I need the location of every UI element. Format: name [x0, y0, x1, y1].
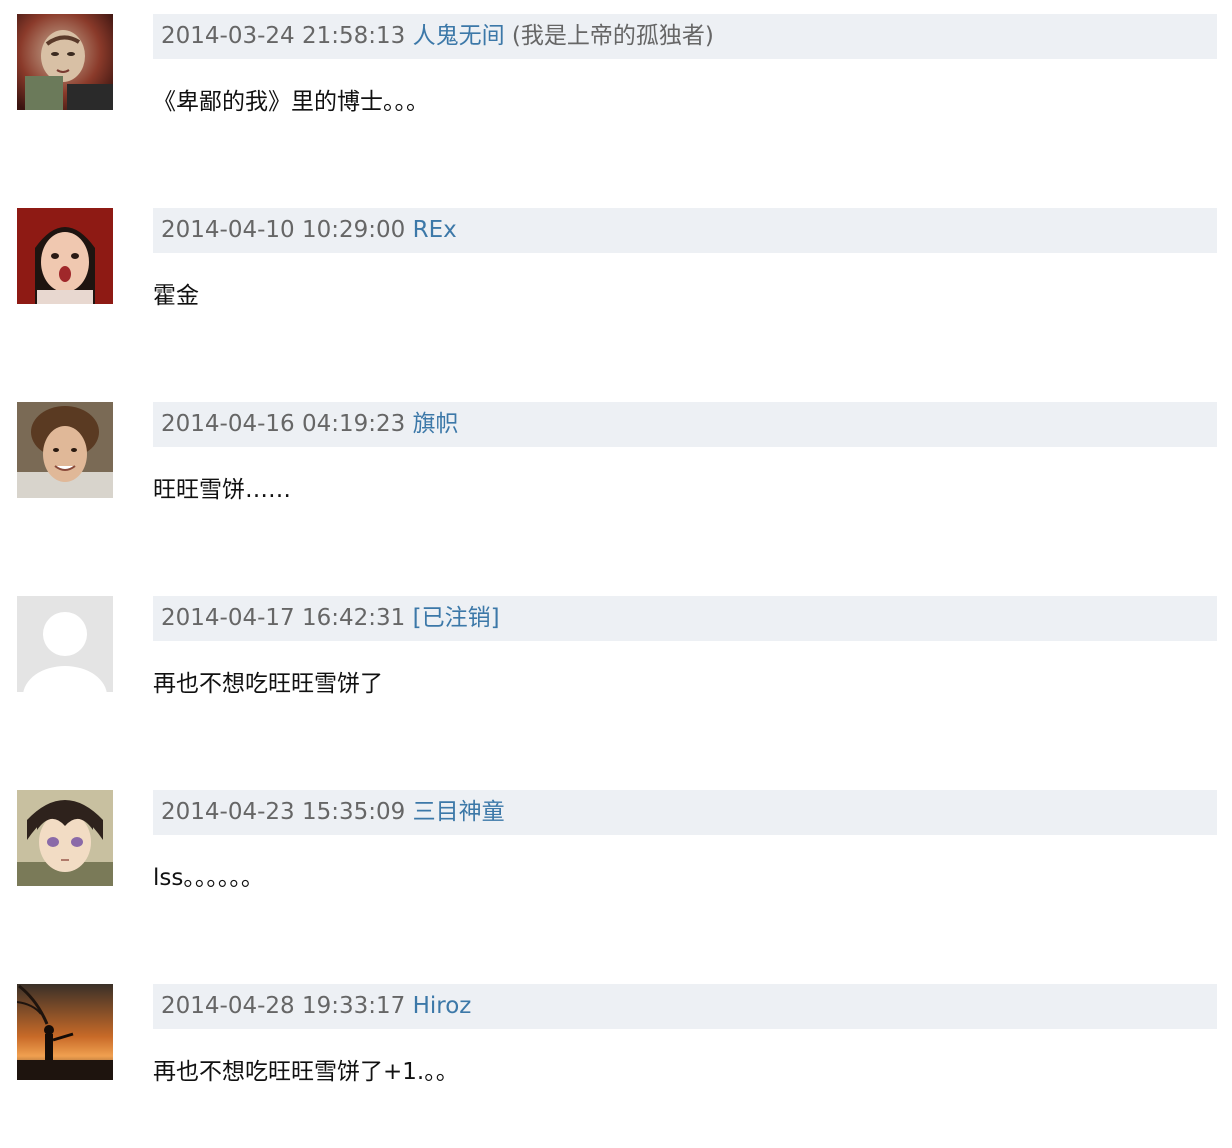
- avatar-anime-icon: [17, 790, 113, 886]
- author-link[interactable]: 三目神童: [413, 799, 505, 825]
- comment-item: 2014-04-23 15:35:09 三目神童 lss。。。。。。: [0, 776, 1232, 970]
- user-avatar-6[interactable]: [17, 984, 113, 1080]
- user-avatar-4[interactable]: [17, 596, 113, 692]
- comment-meta: 2014-04-23 15:35:09 三目神童: [153, 790, 1217, 835]
- comment-text: lss。。。。。。: [153, 865, 264, 891]
- author-link[interactable]: 人鬼无间: [413, 23, 505, 49]
- author-link[interactable]: REx: [413, 217, 457, 243]
- comment-timestamp: 2014-04-23 15:35:09: [161, 799, 406, 825]
- author-signature: (我是上帝的孤独者): [511, 23, 714, 49]
- comment-text: 旺旺雪饼……: [153, 477, 291, 503]
- user-avatar-3[interactable]: [17, 402, 113, 498]
- comment-meta: 2014-03-24 21:58:13 人鬼无间 (我是上帝的孤独者): [153, 14, 1217, 59]
- comment-item: 2014-04-16 04:19:23 旗帜 旺旺雪饼……: [0, 388, 1232, 582]
- user-avatar-2[interactable]: [17, 208, 113, 304]
- author-link[interactable]: 旗帜: [413, 411, 459, 437]
- comment-text: 《卑鄙的我》里的博士。。。: [153, 89, 429, 115]
- user-avatar-5[interactable]: [17, 790, 113, 886]
- comment-item: 2014-04-10 10:29:00 REx 霍金: [0, 194, 1232, 388]
- comment-timestamp: 2014-04-16 04:19:23: [161, 411, 406, 437]
- avatar-sunset-icon: [17, 984, 113, 1080]
- author-link[interactable]: [已注销]: [413, 605, 500, 631]
- comment-text: 再也不想吃旺旺雪饼了: [153, 671, 383, 697]
- author-link[interactable]: Hiroz: [413, 993, 472, 1019]
- avatar-photo-icon: [17, 208, 113, 304]
- comment-timestamp: 2014-04-17 16:42:31: [161, 605, 406, 631]
- comment-timestamp: 2014-03-24 21:58:13: [161, 23, 406, 49]
- comment-timestamp: 2014-04-10 10:29:00: [161, 217, 406, 243]
- comment-text: 再也不想吃旺旺雪饼了+1.。。: [153, 1059, 459, 1085]
- comment-item: 2014-03-24 21:58:13 人鬼无间 (我是上帝的孤独者) 《卑鄙的…: [0, 0, 1232, 194]
- user-avatar-1[interactable]: [17, 14, 113, 110]
- comment-meta: 2014-04-28 19:33:17 Hiroz: [153, 984, 1217, 1029]
- comment-meta: 2014-04-16 04:19:23 旗帜: [153, 402, 1217, 447]
- comment-item: 2014-04-28 19:33:17 Hiroz 再也不想吃旺旺雪饼了+1.。…: [0, 970, 1232, 1148]
- avatar-photo-icon: [17, 14, 113, 110]
- comment-timestamp: 2014-04-28 19:33:17: [161, 993, 406, 1019]
- comment-meta: 2014-04-17 16:42:31 [已注销]: [153, 596, 1217, 641]
- comment-item: 2014-04-17 16:42:31 [已注销] 再也不想吃旺旺雪饼了: [0, 582, 1232, 776]
- comment-list: 2014-03-24 21:58:13 人鬼无间 (我是上帝的孤独者) 《卑鄙的…: [0, 0, 1232, 1148]
- comment-text: 霍金: [153, 283, 199, 309]
- comment-meta: 2014-04-10 10:29:00 REx: [153, 208, 1217, 253]
- avatar-photo-icon: [17, 402, 113, 498]
- default-avatar-icon: [17, 596, 113, 692]
